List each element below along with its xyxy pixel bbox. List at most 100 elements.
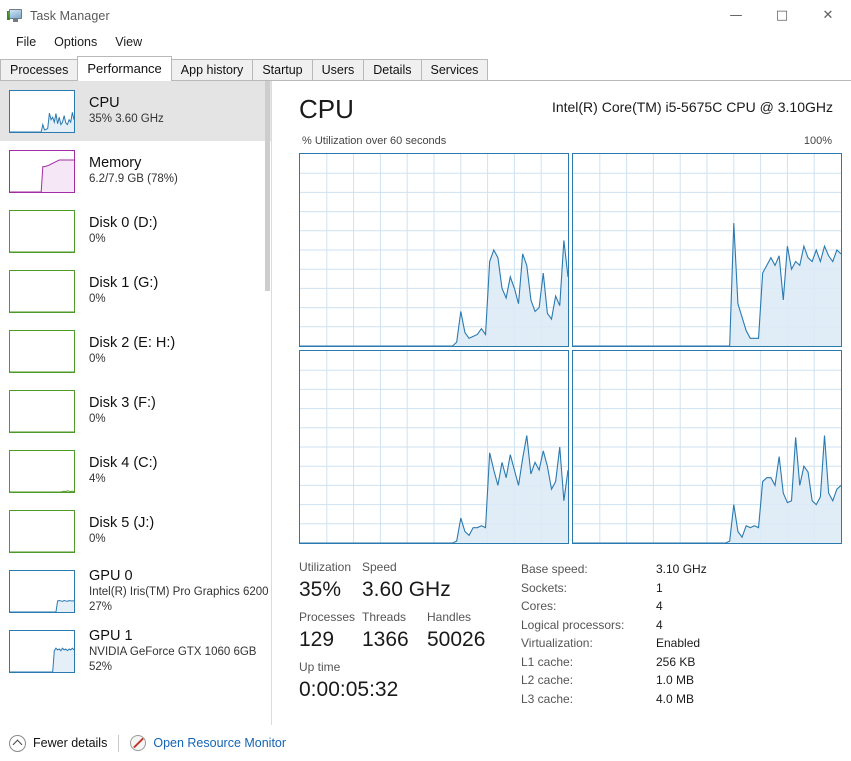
sidebar-scrollbar[interactable] xyxy=(265,81,270,725)
menu-item-view[interactable]: View xyxy=(106,33,151,51)
stat-label-speed: Speed xyxy=(362,560,397,574)
sidebar-item-disk-2-e-h[interactable]: Disk 2 (E: H:) 0% xyxy=(0,321,271,381)
sidebar-thumbnail-graph xyxy=(9,269,75,313)
cpu-detail-value: 4 xyxy=(656,599,663,613)
cpu-detail-row: L3 cache: 4.0 MB xyxy=(521,690,707,709)
cpu-detail-label: Base speed: xyxy=(521,562,588,576)
sidebar-item-cpu[interactable]: CPU 35% 3.60 GHz xyxy=(0,81,271,141)
close-button[interactable]: ✕ xyxy=(805,0,851,31)
sidebar-thumbnail-graph xyxy=(9,329,75,373)
menu-item-file[interactable]: File xyxy=(7,33,45,51)
cpu-stats-secondary: Base speed: 3.10 GHz Sockets: 1 Cores: 4 Logic… xyxy=(521,558,707,708)
tab-processes[interactable]: Processes xyxy=(0,59,79,80)
sidebar-item-memory[interactable]: Memory 6.2/7.9 GB (78%) xyxy=(0,141,271,201)
sidebar-item-text: Memory 6.2/7.9 GB (78%) xyxy=(89,155,178,187)
sidebar-item-usage: 27% xyxy=(89,600,113,613)
stat-value-speed: 3.60 GHz xyxy=(362,578,451,601)
sidebar-item-text: Disk 0 (D:) 0% xyxy=(89,215,157,247)
sidebar-item-title: Disk 3 (F:) xyxy=(89,395,156,411)
cpu-detail-value: 4 xyxy=(656,617,663,632)
graph-caption: % Utilization over 60 seconds xyxy=(302,135,447,147)
open-resource-monitor-label: Open Resource Monitor xyxy=(153,736,287,750)
tab-users[interactable]: Users xyxy=(311,59,365,80)
menu-bar: File Options View xyxy=(0,31,851,53)
sidebar-thumbnail-graph xyxy=(9,569,75,613)
sidebar-item-subtitle: 4% xyxy=(89,473,106,485)
maximize-button[interactable]: □ xyxy=(759,0,805,31)
resource-sidebar[interactable]: CPU 35% 3.60 GHz Memory 6.2/7.9 GB (78%) D… xyxy=(0,81,272,725)
sidebar-item-disk-3-f[interactable]: Disk 3 (F:) 0% xyxy=(0,381,271,441)
cpu-detail-row: L1 cache: 256 KB xyxy=(521,653,707,672)
minimize-button[interactable]: — xyxy=(713,0,759,31)
cpu-detail-value: 1.0 MB xyxy=(656,673,695,687)
sidebar-item-disk-5-j[interactable]: Disk 5 (J:) 0% xyxy=(0,501,271,561)
sidebar-item-title: Disk 1 (G:) xyxy=(89,275,159,291)
sidebar-item-disk-0-d[interactable]: Disk 0 (D:) 0% xyxy=(0,201,271,261)
cpu-model-label: Intel(R) Core(TM) i5-5675C CPU @ 3.10GHz xyxy=(551,99,833,115)
sidebar-item-subtitle: 6.2/7.9 GB (78%) xyxy=(89,173,178,185)
main-header: CPU Intel(R) Core(TM) i5-5675C CPU @ 3.1… xyxy=(299,93,842,135)
stat-label-utilization: Utilization xyxy=(299,560,352,574)
cpu-detail-label: L1 cache: xyxy=(521,654,574,669)
sidebar-item-title: Disk 4 (C:) xyxy=(89,455,158,471)
sidebar-item-text: GPU 0 Intel(R) Iris(TM) Pro Graphics 6200… xyxy=(89,568,269,615)
minimize-icon: — xyxy=(729,8,743,23)
status-bar: Fewer details Open Resource Monitor xyxy=(0,725,851,761)
sidebar-thumbnail-graph xyxy=(9,509,75,553)
logical-processor-graph-3[interactable] xyxy=(572,350,842,544)
chevron-up-icon xyxy=(9,734,26,752)
cpu-detail-label: Logical processors: xyxy=(521,617,625,632)
stat-value-handles: 50026 xyxy=(427,628,486,651)
sidebar-item-title: Disk 5 (J:) xyxy=(89,515,155,531)
sidebar-item-text: GPU 1 NVIDIA GeForce GTX 1060 6GB 52% xyxy=(89,628,256,675)
cpu-detail-label: L2 cache: xyxy=(521,673,574,687)
sidebar-item-subtitle: 0% xyxy=(89,293,106,305)
fewer-details-button[interactable]: Fewer details xyxy=(9,734,107,752)
open-resource-monitor-link[interactable]: Open Resource Monitor xyxy=(130,735,286,751)
cpu-detail-label: Sockets: xyxy=(521,580,568,595)
sidebar-thumbnail-graph xyxy=(9,89,75,133)
cpu-detail-row: L2 cache: 1.0 MB xyxy=(521,671,707,690)
tab-details[interactable]: Details xyxy=(363,59,422,80)
cpu-detail-row: Cores: 4 xyxy=(521,597,707,616)
window-controls: — □ ✕ xyxy=(713,0,851,31)
stat-label-threads: Threads xyxy=(362,610,407,624)
sidebar-scrollbar-thumb[interactable] xyxy=(265,81,270,291)
sidebar-item-subtitle: 35% 3.60 GHz xyxy=(89,113,164,125)
sidebar-item-disk-4-c[interactable]: Disk 4 (C:) 4% xyxy=(0,441,271,501)
logical-processor-graph-2[interactable] xyxy=(299,350,569,544)
sidebar-item-title: Disk 2 (E: H:) xyxy=(89,335,176,351)
logical-processor-graph-1[interactable] xyxy=(572,153,842,347)
cpu-detail-value: 256 KB xyxy=(656,654,696,669)
sidebar-item-subtitle: 0% xyxy=(89,533,106,545)
sidebar-item-text: Disk 2 (E: H:) 0% xyxy=(89,335,175,367)
sidebar-item-text: Disk 4 (C:) 4% xyxy=(89,455,157,487)
tab-services[interactable]: Services xyxy=(420,59,489,80)
sidebar-item-gpu-0[interactable]: GPU 0 Intel(R) Iris(TM) Pro Graphics 6200… xyxy=(0,561,271,621)
sidebar-item-title: Memory xyxy=(89,155,142,171)
cpu-detail-row: Base speed: 3.10 GHz xyxy=(521,560,707,579)
stat-value-utilization: 35% xyxy=(299,578,342,601)
sidebar-thumbnail-graph xyxy=(9,629,75,673)
title-bar: Task Manager — □ ✕ xyxy=(0,0,851,31)
tab-app-history[interactable]: App history xyxy=(170,59,254,80)
stat-value-threads: 1366 xyxy=(362,628,409,651)
logical-processor-graph-0[interactable] xyxy=(299,153,569,347)
sidebar-item-disk-1-g[interactable]: Disk 1 (G:) 0% xyxy=(0,261,271,321)
logical-processor-graph-grid[interactable] xyxy=(299,153,842,544)
resource-monitor-icon xyxy=(130,735,147,751)
graph-max-label: 100% xyxy=(803,135,832,147)
menu-item-options[interactable]: Options xyxy=(45,33,106,51)
tab-performance[interactable]: Performance xyxy=(77,56,172,81)
sidebar-item-text: Disk 5 (J:) 0% xyxy=(89,515,154,547)
sidebar-item-gpu-1[interactable]: GPU 1 NVIDIA GeForce GTX 1060 6GB 52% xyxy=(0,621,271,681)
sidebar-item-text: Disk 3 (F:) 0% xyxy=(89,395,156,427)
maximize-icon: □ xyxy=(775,8,789,23)
task-manager-icon xyxy=(7,8,23,24)
cpu-detail-row: Logical processors: 4 xyxy=(521,616,707,635)
cpu-detail-value: 4.0 MB xyxy=(656,691,695,706)
cpu-detail-value: 3.10 GHz xyxy=(656,562,707,576)
stat-label-uptime: Up time xyxy=(299,660,341,674)
tab-startup[interactable]: Startup xyxy=(252,59,313,80)
cpu-detail-value: Enabled xyxy=(656,636,701,650)
